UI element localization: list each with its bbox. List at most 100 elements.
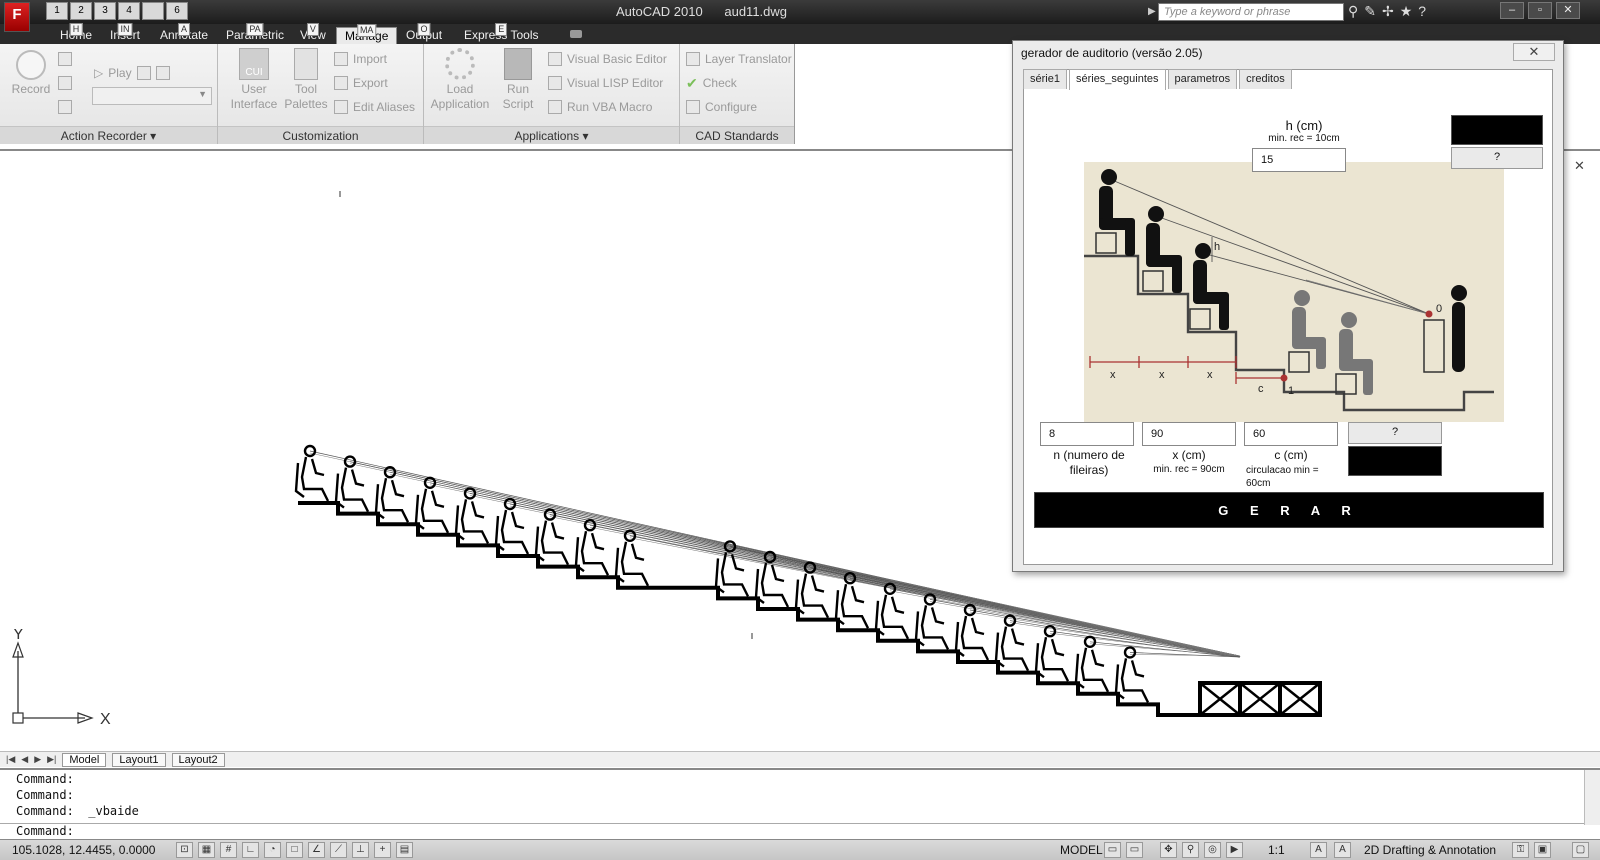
run-vba-macro-button[interactable]: Run VBA Macro [548,98,652,116]
layout-tab-bar: |◀ ◀ ▶ ▶| Model Layout1 Layout2 [0,751,1600,767]
infer-constraints-icon[interactable]: ⊡ [176,842,193,858]
recorder-tool-3[interactable] [58,98,72,116]
panel-title-action-recorder[interactable]: Action Recorder ▾ [0,126,217,144]
tab-express-tools[interactable]: Express Tools E [456,23,546,44]
annotation-scale[interactable]: 1:1 [1268,843,1285,857]
qat-button[interactable]: 6 [166,2,188,20]
configure-button[interactable]: Configure [686,98,757,116]
visual-basic-editor-button[interactable]: Visual Basic Editor [548,50,667,68]
hardware-acceleration-icon[interactable]: ▣ [1534,842,1551,858]
panel-title-cad-standards[interactable]: CAD Standards [680,126,794,144]
snap-mode-icon[interactable]: ▦ [198,842,215,858]
c-input[interactable]: 60 [1244,422,1338,446]
import-button[interactable]: Import [334,50,387,68]
command-scrollbar[interactable] [1584,770,1600,825]
coordinate-readout[interactable]: 105.1028, 12.4455, 0.0000 [12,843,155,857]
help-button-params[interactable]: ? [1348,422,1442,444]
dialog-tab-2[interactable]: parametros [1167,69,1238,89]
object-snap-tracking-icon[interactable]: ⟋ [330,842,347,858]
grid-display-icon[interactable]: # [220,842,237,858]
qat-button[interactable]: 3 [94,2,116,20]
quick-view-drawings-icon[interactable]: ▭ [1126,842,1143,858]
minimize-button[interactable]: – [1500,2,1524,19]
help-icon[interactable]: ? [1418,3,1426,20]
panel-cad-standards: Layer Translator ✔ Check Configure CAD St… [680,44,795,144]
tab-output[interactable]: OutputO [398,23,450,44]
quick-view-layouts-icon[interactable]: ▭ [1104,842,1121,858]
tab-insert[interactable]: InsertIN [102,23,148,44]
last-tab-icon[interactable]: ▶| [47,754,56,765]
qat-button[interactable]: 2 [70,2,92,20]
command-input[interactable]: Command: [0,823,1600,840]
check-button[interactable]: ✔ Check [686,74,737,92]
tab-manage[interactable]: ManageMA [336,24,398,44]
star-icon[interactable]: ★ [1400,3,1413,20]
prev-tab-icon[interactable]: ◀ [21,754,28,765]
application-menu-button[interactable]: F [4,2,30,32]
x-input[interactable]: 90 [1142,422,1236,446]
generate-button[interactable]: G E R A R [1034,492,1544,528]
dialog-tab-0[interactable]: série1 [1023,69,1067,89]
dialog-tab-1[interactable]: séries_seguintes [1068,69,1166,90]
first-tab-icon[interactable]: |◀ [6,754,15,765]
qat-button[interactable]: 4 [118,2,140,20]
edit-aliases-button[interactable]: Edit Aliases [334,98,415,116]
load-application-button[interactable]: Load Application [430,48,490,112]
play-button[interactable]: ▷ Play [94,64,170,82]
tab-annotate[interactable]: AnnotateA [152,23,216,44]
recorder-tool-2[interactable] [58,74,72,92]
viewport-close-icon[interactable]: ✕ [1574,158,1585,174]
next-tab-icon[interactable]: ▶ [34,754,41,765]
maximize-button[interactable]: ▫ [1528,2,1552,19]
qat-button[interactable] [142,2,164,20]
recorder-tool-1[interactable] [58,50,72,68]
lock-icon[interactable]: ⚿ [1512,842,1529,858]
search-expand-icon[interactable]: ▶ [1148,3,1158,21]
ribbon-minimize-button[interactable] [570,30,582,38]
dynamic-input-icon[interactable]: + [374,842,391,858]
tool-palettes-button[interactable]: Tool Palettes [282,48,330,112]
zoom-icon[interactable]: ⚲ [1182,842,1199,858]
object-snap-icon[interactable]: □ [286,842,303,858]
pan-icon[interactable]: ✥ [1160,842,1177,858]
tab-parametric[interactable]: ParametricPA [218,23,292,44]
dialog-tab-3[interactable]: creditos [1239,69,1292,89]
auto-scale-icon[interactable]: A [1334,842,1351,858]
n-input[interactable]: 8 [1040,422,1134,446]
3d-object-snap-icon[interactable]: ∠ [308,842,325,858]
search-input[interactable]: Type a keyword or phrase [1158,3,1344,21]
run-script-button[interactable]: Run Script [496,48,540,112]
annotation-visibility-icon[interactable]: A [1310,842,1327,858]
key-icon[interactable]: ✎ [1364,3,1376,20]
keytip-badge: IN [117,23,133,36]
workspace-switching[interactable]: 2D Drafting & Annotation [1364,843,1496,857]
export-button[interactable]: Export [334,74,388,92]
visual-lisp-editor-button[interactable]: Visual LISP Editor [548,74,663,92]
tab-view[interactable]: ViewV [292,23,334,44]
dialog-close-button[interactable]: ✕ [1513,43,1555,61]
record-button[interactable]: Record [10,50,52,97]
panel-title-customization[interactable]: Customization [218,126,423,144]
tab-layout2[interactable]: Layout2 [171,752,225,767]
steering-wheel-icon[interactable]: ◎ [1204,842,1221,858]
dynamic-ucs-icon[interactable]: ⊥ [352,842,369,858]
showmotion-icon[interactable]: ▶ [1226,842,1243,858]
tab-home[interactable]: HomeH [52,23,100,44]
binoculars-icon[interactable]: ⚲ [1348,3,1358,20]
clean-screen-icon[interactable]: ▢ [1572,842,1589,858]
satellite-icon[interactable]: ✢ [1382,3,1394,20]
h-input[interactable]: 15 [1252,148,1346,172]
close-button[interactable]: ✕ [1556,2,1580,19]
polar-tracking-icon[interactable]: ◔ [264,842,281,858]
layer-translator-button[interactable]: Layer Translator [686,50,792,68]
user-interface-button[interactable]: CUI User Interface [230,48,278,112]
lineweight-icon[interactable]: ▤ [396,842,413,858]
ortho-mode-icon[interactable]: ∟ [242,842,259,858]
help-button-h[interactable]: ? [1451,147,1543,169]
tab-model[interactable]: Model [62,752,107,767]
model-space-button[interactable]: MODEL [1060,843,1103,857]
qat-button[interactable]: 1 [46,2,68,20]
tab-layout1[interactable]: Layout1 [112,752,166,767]
macro-dropdown[interactable]: ▼ [92,87,212,105]
panel-title-applications[interactable]: Applications ▾ [424,126,679,144]
